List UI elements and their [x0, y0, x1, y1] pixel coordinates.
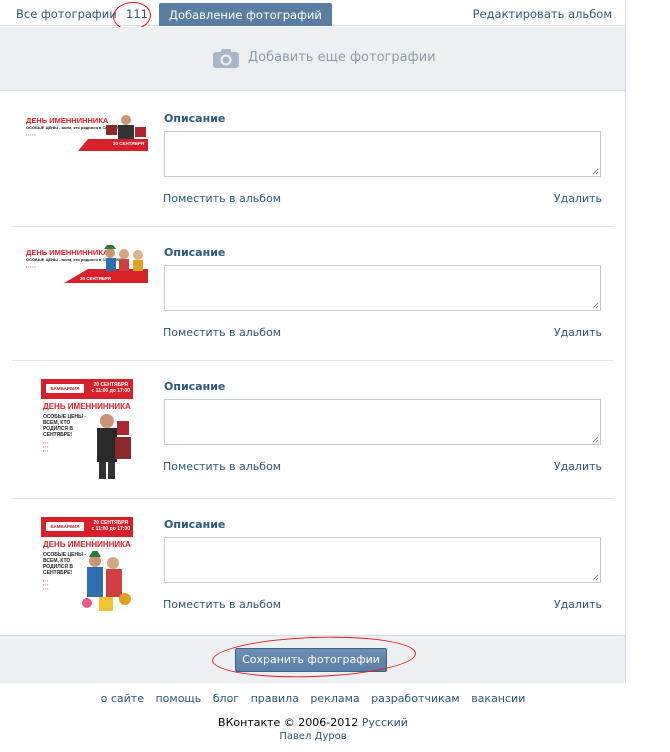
photo-thumbnail: ДЕНЬ ИМЕННИННИКА ОСОБЫЕ ЦЕНЫ - всем, кто…	[24, 113, 148, 151]
description-input[interactable]	[164, 131, 601, 177]
footer-link-jobs[interactable]: вакансии	[471, 692, 525, 705]
banner-date: 20 СЕНТЯБРЯ с 11:00 до 17:00	[92, 520, 130, 532]
banner-date: 20 СЕНТЯБРЯ	[112, 141, 144, 146]
banner-brand: БАМБАРБИЯ	[46, 384, 84, 393]
description-label: Описание	[164, 246, 226, 259]
banner-people-art	[97, 414, 131, 479]
language-link[interactable]: Русский	[362, 716, 408, 729]
banner-image: БАМБАРБИЯ 20 СЕНТЯБРЯ с 11:00 до 17:00 ДЕ…	[41, 379, 133, 479]
resize-grip-icon[interactable]	[591, 301, 599, 309]
description-input[interactable]	[164, 399, 601, 445]
delete-link[interactable]: Удалить	[554, 598, 602, 611]
camera-icon	[213, 49, 239, 68]
banner-note: ▪ ▪ ▪ ▪ ▪	[26, 265, 36, 269]
banner-people-art	[104, 245, 143, 271]
add-more-photos-panel[interactable]: Добавить еще фотографии	[0, 27, 625, 91]
banner-note: ▪ ▪ ▪ ▪ ▪ ▪ ▪ ▪ ▪	[43, 441, 49, 453]
tab-bar: Все фотографии 111 Добавление фотографий…	[0, 0, 626, 26]
copyright: ВКонтакте © 2006-2012 Русский	[0, 716, 626, 729]
resize-grip-icon[interactable]	[591, 167, 599, 175]
move-to-album-link[interactable]: Поместить в альбом	[163, 192, 281, 205]
row-divider	[12, 360, 614, 361]
description-input[interactable]	[164, 537, 601, 583]
row-divider	[12, 498, 614, 499]
move-to-album-link[interactable]: Поместить в альбом	[163, 460, 281, 473]
banner-time-text: с 11:00 до 17:00	[91, 388, 130, 394]
add-more-photos-link[interactable]: Добавить еще фотографии	[248, 50, 436, 65]
description-label: Описание	[164, 380, 226, 393]
move-to-album-link[interactable]: Поместить в альбом	[163, 598, 281, 611]
banner-time-text: с 11:00 до 17:00	[91, 526, 130, 532]
author-link[interactable]: Павел Дуров	[0, 731, 626, 742]
photo-thumbnail: БАМБАРБИЯ 20 СЕНТЯБРЯ с 11:00 до 17:00 ДЕ…	[41, 517, 133, 617]
banner-image: БАМБАРБИЯ 20 СЕНТЯБРЯ с 11:00 до 17:00 ДЕ…	[41, 517, 133, 617]
delete-link[interactable]: Удалить	[554, 460, 602, 473]
banner-subtitle: ОСОБЫЕ ЦЕНЫ - ВСЕМ, КТО РОДИЛСЯ В СЕНТЯБ…	[43, 414, 87, 438]
row-divider	[12, 226, 614, 227]
photo-thumbnail: БАМБАРБИЯ 20 СЕНТЯБРЯ с 11:00 до 17:00 ДЕ…	[41, 379, 133, 479]
banner-title: ДЕНЬ ИМЕННИННИКА	[26, 116, 109, 125]
banner-note: ▪ ▪ ▪ ▪ ▪	[26, 133, 36, 137]
banner-date: 20 СЕНТЯБРЯ	[80, 276, 112, 281]
resize-grip-icon[interactable]	[591, 573, 599, 581]
photo-thumbnail: ДЕНЬ ИМЕННИННИКА ОСОБЫЕ ЦЕНЫ - всем, кто…	[24, 245, 148, 283]
banner-title: ДЕНЬ ИМЕННИННИКА	[26, 248, 109, 257]
copyright-text: ВКонтакте © 2006-2012	[218, 716, 359, 729]
tab-edit-album[interactable]: Редактировать альбом	[473, 0, 612, 26]
footer-link-rules[interactable]: правила	[251, 692, 299, 705]
banner-date: 20 СЕНТЯБРЯ с 11:00 до 17:00	[92, 382, 130, 394]
banner-people-art	[106, 115, 146, 139]
tab-add-photos[interactable]: Добавление фотографий	[159, 3, 332, 26]
footer-link-ads[interactable]: реклама	[310, 692, 359, 705]
tab-all-photos[interactable]: Все фотографии	[16, 0, 117, 26]
banner-people-art	[82, 551, 131, 611]
move-to-album-link[interactable]: Поместить в альбом	[163, 326, 281, 339]
banner-title: ДЕНЬ ИМЕННИННИКА	[43, 540, 131, 549]
footer-links: о сайте помощь блог правила реклама разр…	[0, 692, 626, 705]
footer-link-about[interactable]: о сайте	[101, 692, 144, 705]
delete-link[interactable]: Удалить	[554, 192, 602, 205]
banner-image: ДЕНЬ ИМЕННИННИКА ОСОБЫЕ ЦЕНЫ - всем, кто…	[24, 245, 148, 283]
page: Все фотографии 111 Добавление фотографий…	[0, 0, 670, 752]
banner-note: ▪ ▪ ▪ ▪ ▪ ▪ ▪ ▪ ▪	[43, 579, 49, 591]
resize-grip-icon[interactable]	[591, 435, 599, 443]
delete-link[interactable]: Удалить	[554, 326, 602, 339]
description-input[interactable]	[164, 265, 601, 311]
footer-link-help[interactable]: помощь	[155, 692, 201, 705]
description-label: Описание	[164, 112, 226, 125]
banner-image: ДЕНЬ ИМЕННИННИКА ОСОБЫЕ ЦЕНЫ - всем, кто…	[24, 113, 148, 151]
banner-brand: БАМБАРБИЯ	[46, 522, 84, 531]
footer-link-developers[interactable]: разработчикам	[371, 692, 460, 705]
description-label: Описание	[164, 518, 226, 531]
footer-link-blog[interactable]: блог	[213, 692, 239, 705]
